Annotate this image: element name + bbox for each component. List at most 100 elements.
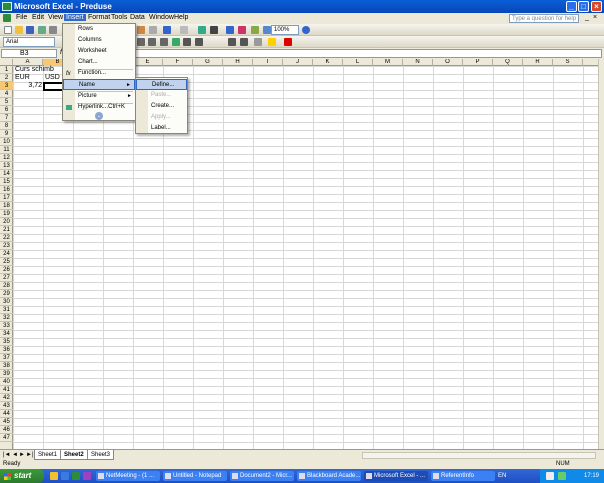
row-header[interactable]: 41 [0, 386, 13, 394]
tray-volume-icon[interactable] [546, 472, 554, 480]
zoom-select[interactable]: 100% [271, 25, 299, 35]
row-header[interactable]: 45 [0, 418, 13, 426]
row-header[interactable]: 33 [0, 322, 13, 330]
menu-help[interactable]: Help [172, 14, 190, 21]
cell-area[interactable]: Curs schimb EUR USD 3,72 [13, 66, 598, 449]
fill-color-icon[interactable] [268, 38, 276, 46]
row-header[interactable]: 39 [0, 370, 13, 378]
row-header[interactable]: 18 [0, 202, 13, 210]
name-submenu-label[interactable]: Label... [136, 123, 187, 134]
row-header[interactable]: 3 [0, 82, 13, 90]
row-header[interactable]: 31 [0, 306, 13, 314]
row-header[interactable]: 29 [0, 290, 13, 298]
undo-icon[interactable] [163, 26, 171, 34]
insert-menu-name[interactable]: Name ► [63, 79, 135, 90]
cell-a1[interactable]: Curs schimb [15, 66, 54, 74]
row-header[interactable]: 27 [0, 274, 13, 282]
row-header[interactable]: 11 [0, 146, 13, 154]
sheet-tab-sheet1[interactable]: Sheet1 [34, 450, 62, 460]
row-header[interactable]: 7 [0, 114, 13, 122]
menu-file[interactable]: File [14, 14, 29, 21]
insert-menu-function[interactable]: Function... [63, 68, 135, 79]
insert-menu-worksheet[interactable]: Worksheet [63, 46, 135, 57]
decrease-indent-icon[interactable] [228, 38, 236, 46]
name-box[interactable]: B3 [1, 49, 57, 58]
task-excel[interactable]: Microsoft Excel - ... [364, 471, 428, 481]
help-question-input[interactable]: Type a question for help [509, 14, 579, 23]
comma-style-icon[interactable] [195, 38, 203, 46]
excel-doc-icon[interactable] [3, 14, 11, 22]
column-header[interactable]: F [163, 59, 193, 66]
insert-menu-chart[interactable]: Chart... [63, 57, 135, 68]
row-header[interactable]: 19 [0, 210, 13, 218]
name-submenu-define[interactable]: Define... [136, 79, 187, 90]
column-header[interactable]: A [13, 59, 43, 66]
first-sheet-button[interactable]: |◄ [3, 452, 11, 458]
new-icon[interactable] [4, 26, 12, 34]
quicklaunch-ie-icon[interactable] [61, 472, 69, 480]
sort-ascending-icon[interactable] [226, 26, 234, 34]
align-center-icon[interactable] [137, 38, 145, 46]
row-header[interactable]: 23 [0, 242, 13, 250]
task-netmeeting[interactable]: NetMeeting - (1 ... [96, 471, 160, 481]
column-header[interactable]: O [433, 59, 463, 66]
last-sheet-button[interactable]: ►| [26, 452, 34, 458]
maximize-button[interactable]: □ [578, 1, 589, 12]
row-header[interactable]: 21 [0, 226, 13, 234]
next-sheet-button[interactable]: ► [19, 452, 25, 458]
quicklaunch-excel-icon[interactable] [72, 472, 80, 480]
font-name-select[interactable]: Arial [3, 37, 55, 47]
column-header[interactable]: I [253, 59, 283, 66]
task-blackboard[interactable]: Blackboard Acade... [297, 471, 361, 481]
column-header[interactable]: K [313, 59, 343, 66]
menu-view[interactable]: View [46, 14, 65, 21]
drawing-icon[interactable] [263, 26, 271, 34]
menu-edit[interactable]: Edit [30, 14, 46, 21]
row-header[interactable]: 44 [0, 410, 13, 418]
row-header[interactable]: 25 [0, 258, 13, 266]
row-header[interactable]: 4 [0, 90, 13, 98]
redo-icon[interactable] [180, 26, 188, 34]
sheet-tab-sheet3[interactable]: Sheet3 [87, 450, 115, 460]
row-header[interactable]: 1 [0, 66, 13, 74]
row-header[interactable]: 28 [0, 282, 13, 290]
column-header[interactable]: L [343, 59, 373, 66]
row-header[interactable]: 30 [0, 298, 13, 306]
column-header[interactable]: R [523, 59, 553, 66]
column-header[interactable]: M [373, 59, 403, 66]
horizontal-scrollbar[interactable] [362, 452, 596, 459]
row-header[interactable]: 40 [0, 378, 13, 386]
row-header[interactable]: 10 [0, 138, 13, 146]
row-header[interactable]: 34 [0, 330, 13, 338]
column-header[interactable]: J [283, 59, 313, 66]
excel-app-icon[interactable] [2, 2, 12, 11]
formula-input[interactable] [70, 49, 602, 58]
select-all-corner[interactable] [0, 59, 13, 66]
row-header[interactable]: 17 [0, 194, 13, 202]
column-header[interactable]: Q [493, 59, 523, 66]
row-header[interactable]: 32 [0, 314, 13, 322]
quicklaunch-app-icon[interactable] [83, 472, 91, 480]
row-header[interactable]: 9 [0, 130, 13, 138]
cell-b2[interactable]: USD [45, 74, 60, 82]
column-header[interactable]: N [403, 59, 433, 66]
format-painter-icon[interactable] [149, 26, 157, 34]
language-indicator[interactable]: EN [498, 473, 506, 479]
help-icon[interactable] [302, 26, 310, 34]
tray-network-icon[interactable] [558, 472, 566, 480]
permission-icon[interactable] [38, 26, 46, 34]
currency-icon[interactable] [172, 38, 180, 46]
cell-a3[interactable]: 3,72 [27, 82, 42, 90]
task-word-document[interactable]: Document2 - Micr... [230, 471, 294, 481]
column-header[interactable]: E [133, 59, 163, 66]
align-right-icon[interactable] [148, 38, 156, 46]
row-header[interactable]: 22 [0, 234, 13, 242]
row-header[interactable]: 37 [0, 354, 13, 362]
close-button[interactable]: × [591, 1, 602, 12]
percent-icon[interactable] [183, 38, 191, 46]
borders-icon[interactable] [254, 38, 262, 46]
row-header[interactable]: 35 [0, 338, 13, 346]
task-referentinfo[interactable]: ReferentInfo [431, 471, 495, 481]
insert-menu-rows[interactable]: Rows [63, 24, 135, 35]
column-header[interactable]: H [223, 59, 253, 66]
